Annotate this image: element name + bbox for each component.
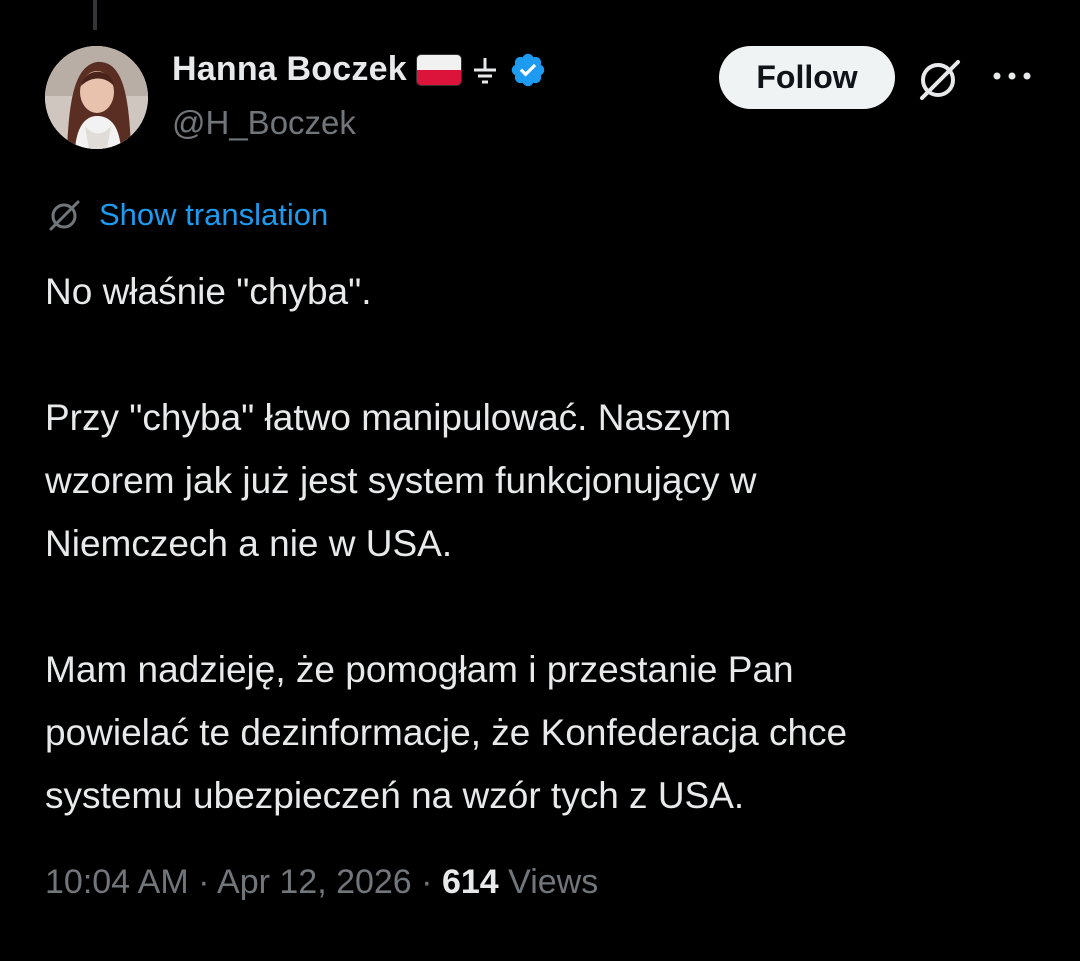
- tweet-line: No właśnie "chyba".: [45, 271, 372, 312]
- verified-badge-icon[interactable]: [509, 51, 547, 89]
- tweet-date[interactable]: Apr 12, 2026: [217, 863, 412, 901]
- tweet-text: No właśnie "chyba". Przy "chyba" łatwo m…: [45, 260, 1055, 827]
- tweet-line: powielać te dezinformacje, że Konfederac…: [45, 712, 848, 753]
- meta-separator: ·: [198, 863, 210, 901]
- tweet-line: systemu ubezpieczeń na wzór tych z USA.: [45, 775, 745, 816]
- follow-button[interactable]: Follow: [719, 46, 895, 109]
- views-count: 614: [441, 863, 499, 901]
- tweet-time[interactable]: 10:04 AM: [45, 863, 189, 901]
- tweet-meta: 10:04 AM · Apr 12, 2026 · 614 Views: [45, 863, 598, 902]
- more-icon[interactable]: [991, 64, 1033, 88]
- show-translation-row[interactable]: Show translation: [45, 196, 328, 234]
- tweet-line: Niemczech a nie w USA.: [45, 523, 453, 564]
- thread-connector-line: [93, 0, 97, 30]
- tweet-line: wzorem jak już jest system funkcjonujący…: [45, 460, 757, 501]
- tweet-line: Przy "chyba" łatwo manipulować. Naszym: [45, 397, 732, 438]
- ground-symbol-icon: [473, 57, 496, 83]
- author-name-row: Hanna Boczek: [172, 50, 547, 89]
- views-label: Views: [508, 863, 599, 901]
- grok-translate-icon: [49, 200, 80, 231]
- poland-flag-icon: [416, 54, 461, 85]
- show-translation-link[interactable]: Show translation: [99, 197, 328, 233]
- avatar[interactable]: [45, 46, 148, 149]
- author-handle[interactable]: @H_Boczek: [172, 104, 356, 142]
- tweet-line: Mam nadzieję, że pomogłam i przestanie P…: [45, 649, 794, 690]
- display-name[interactable]: Hanna Boczek: [172, 50, 407, 89]
- grok-icon[interactable]: [914, 54, 964, 104]
- meta-separator: ·: [421, 863, 433, 901]
- avatar-image: [45, 46, 148, 149]
